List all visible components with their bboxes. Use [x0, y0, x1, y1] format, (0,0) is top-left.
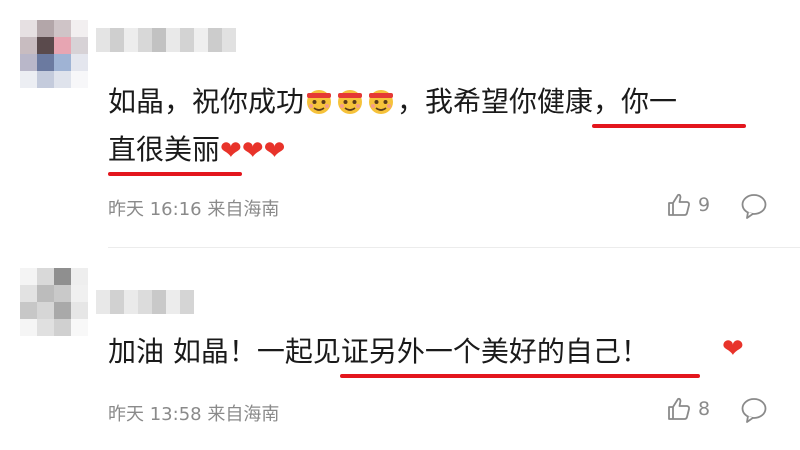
struggle-emoji-icon	[338, 90, 363, 114]
struggle-emoji-icon	[369, 90, 394, 114]
like-button[interactable]: 8	[666, 396, 710, 422]
comment-bubble-icon	[741, 194, 767, 219]
comment-meta: 昨天 16:16 来自海南	[108, 195, 279, 221]
red-underline	[340, 374, 700, 378]
reply-button[interactable]	[740, 192, 768, 224]
comment-text: 如晶，祝你成功	[108, 85, 305, 118]
heart-icon: ❤	[220, 136, 242, 166]
comment-text: ，我希望你	[397, 85, 538, 118]
like-count: 8	[698, 398, 711, 420]
comment-thread: 如晶，祝你成功 ，我希望你健康，你一 直很美丽❤❤❤ 昨天 16:16 来自海南 …	[0, 0, 800, 450]
comment-meta: 昨天 13:58 来自海南	[108, 400, 279, 426]
username-pixelated[interactable]	[96, 290, 194, 314]
red-underline	[108, 172, 242, 176]
red-underline	[592, 124, 746, 128]
comment-time: 昨天 16:16	[108, 199, 202, 220]
username-pixelated[interactable]	[96, 28, 236, 52]
comment-bubble-icon	[741, 398, 767, 423]
comment-location: 来自海南	[207, 199, 280, 220]
like-button[interactable]: 9	[666, 192, 710, 218]
comment-text-line: 直很美丽❤❤❤	[108, 124, 285, 177]
heart-icon: ❤	[241, 136, 264, 166]
thumbs-up-icon	[668, 397, 690, 420]
avatar[interactable]	[20, 20, 88, 88]
comment-item: 如晶，祝你成功 ，我希望你健康，你一 直很美丽❤❤❤ 昨天 16:16 来自海南 …	[0, 0, 800, 248]
struggle-emoji-icon	[307, 90, 332, 114]
comment-location: 来自海南	[207, 404, 280, 425]
like-count: 9	[698, 194, 711, 216]
comment-text-line: 如晶，祝你成功 ，我希望你健康，你一	[108, 76, 677, 128]
comment-text: 加油 如晶！一起	[108, 335, 313, 368]
comment-text-highlighted: 健康，你一	[537, 85, 678, 118]
thumbs-up-icon	[668, 193, 690, 216]
heart-icon: ❤	[263, 136, 286, 166]
comment-text-highlighted: 直很美丽	[108, 133, 221, 166]
heart-icon: ❤	[722, 334, 744, 364]
comment-text-line: 加油 如晶！一起见证另外一个美好的自己！	[108, 326, 649, 378]
reply-button[interactable]	[740, 396, 768, 428]
comment-time: 昨天 13:58	[108, 404, 202, 425]
comment-text-highlighted: 见证另外一个美好的自己！	[312, 335, 649, 368]
avatar[interactable]	[20, 268, 88, 336]
